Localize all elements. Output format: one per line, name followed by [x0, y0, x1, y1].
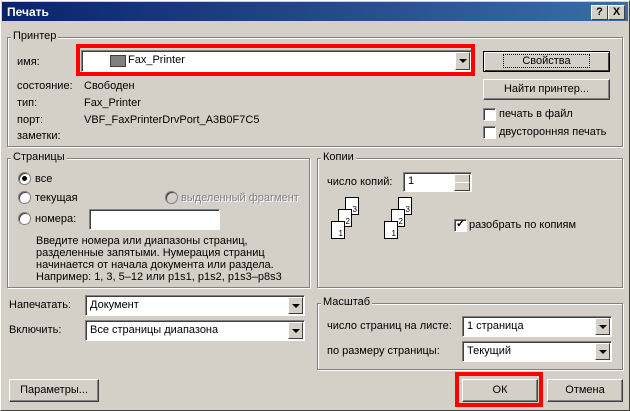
collate-label[interactable]: разобрать по копиям	[469, 219, 576, 231]
highlight-printer-name	[76, 44, 475, 76]
options-button[interactable]: Параметры...	[9, 379, 99, 402]
close-button[interactable]: X	[608, 5, 625, 20]
properties-button[interactable]: Свойства	[483, 51, 610, 72]
pages-selection-label: выделенный фрагмент	[181, 192, 299, 204]
duplex-label[interactable]: двусторонняя печать	[499, 126, 606, 138]
page-1-icon: 1	[331, 221, 345, 239]
title-bar: Печать ? X	[2, 2, 628, 21]
copies-group-title: Копии	[321, 151, 356, 163]
highlight-ok-button	[455, 372, 543, 407]
port-value: VBF_FaxPrinterDrvPort_A3B0F7C5	[84, 114, 260, 126]
collate-stack-1-icon: 3 2 1	[331, 197, 381, 253]
pages-hint-1: Введите номера или диапазоны страниц,	[36, 235, 248, 247]
chevron-down-icon[interactable]	[288, 322, 303, 339]
collate-checkbox[interactable]: ✓	[454, 218, 467, 232]
port-label: порт:	[17, 114, 44, 126]
pages-all-label[interactable]: все	[35, 173, 52, 185]
chevron-down-icon[interactable]	[595, 343, 610, 360]
pages-numbers-label[interactable]: номера:	[35, 213, 76, 225]
pages-per-sheet-select[interactable]: 1 страница	[462, 316, 612, 337]
notes-label: заметки:	[17, 130, 61, 142]
pages-selection-radio[interactable]	[165, 191, 178, 204]
cancel-button[interactable]: Отмена	[547, 379, 623, 402]
page-numbers-input[interactable]	[89, 209, 220, 230]
spin-down-icon[interactable]	[454, 182, 470, 191]
pages-current-label[interactable]: текущая	[35, 192, 78, 204]
scale-to-paper-value: Текущий	[467, 345, 511, 357]
zoom-group-title: Масштаб	[321, 296, 373, 308]
print-what-select[interactable]: Документ	[85, 295, 305, 316]
status-value: Свободен	[84, 80, 135, 92]
pages-current-radio[interactable]	[18, 191, 31, 204]
printer-name-label: имя:	[17, 56, 40, 68]
copies-count-spinner[interactable]: 1	[403, 172, 472, 192]
pages-numbers-radio[interactable]	[18, 212, 31, 225]
pages-hint-2: разделенные запятыми. Нумерация страниц	[36, 247, 265, 259]
help-button[interactable]: ?	[591, 5, 608, 20]
type-value: Fax_Printer	[84, 97, 141, 109]
print-to-file-checkbox[interactable]	[483, 108, 496, 121]
page-1-icon: 1	[384, 221, 398, 239]
chevron-down-icon[interactable]	[595, 318, 610, 335]
pages-per-sheet-label: число страниц на листе:	[327, 320, 452, 332]
include-select[interactable]: Все страницы диапазона	[85, 320, 305, 341]
pages-hint-3: начинается от начала документа или разде…	[36, 259, 274, 271]
pages-group-title: Страницы	[11, 151, 67, 163]
pages-all-radio[interactable]	[18, 172, 31, 185]
pages-per-sheet-value: 1 страница	[467, 320, 524, 332]
include-value: Все страницы диапазона	[90, 324, 219, 336]
duplex-checkbox[interactable]	[483, 126, 496, 139]
collate-stack-2-icon: 3 2 1	[384, 197, 434, 253]
print-what-label: Напечатать:	[9, 299, 71, 311]
copies-count-value: 1	[408, 175, 415, 187]
print-dialog: Печать ? X Принтер имя: Fax_Printer Свой…	[0, 0, 630, 411]
copies-count-label: число копий:	[327, 176, 393, 188]
pages-hint-4: Например: 1, 3, 5–12 или p1s1, p1s2, p1s…	[36, 271, 282, 283]
printer-group-title: Принтер	[11, 30, 59, 42]
dialog-title: Печать	[7, 5, 49, 19]
checkmark-icon: ✓	[456, 218, 466, 230]
scale-to-paper-label: по размеру страницы:	[327, 345, 440, 357]
properties-button-label: Свойства	[503, 54, 590, 68]
find-printer-button[interactable]: Найти принтер...	[483, 79, 610, 100]
chevron-down-icon[interactable]	[288, 297, 303, 314]
print-to-file-label[interactable]: печать в файл	[499, 108, 573, 120]
type-label: тип:	[17, 97, 38, 109]
include-label: Включить:	[9, 324, 62, 336]
status-label: состояние:	[17, 80, 73, 92]
scale-to-paper-select[interactable]: Текущий	[462, 341, 612, 362]
print-what-value: Документ	[90, 299, 139, 311]
